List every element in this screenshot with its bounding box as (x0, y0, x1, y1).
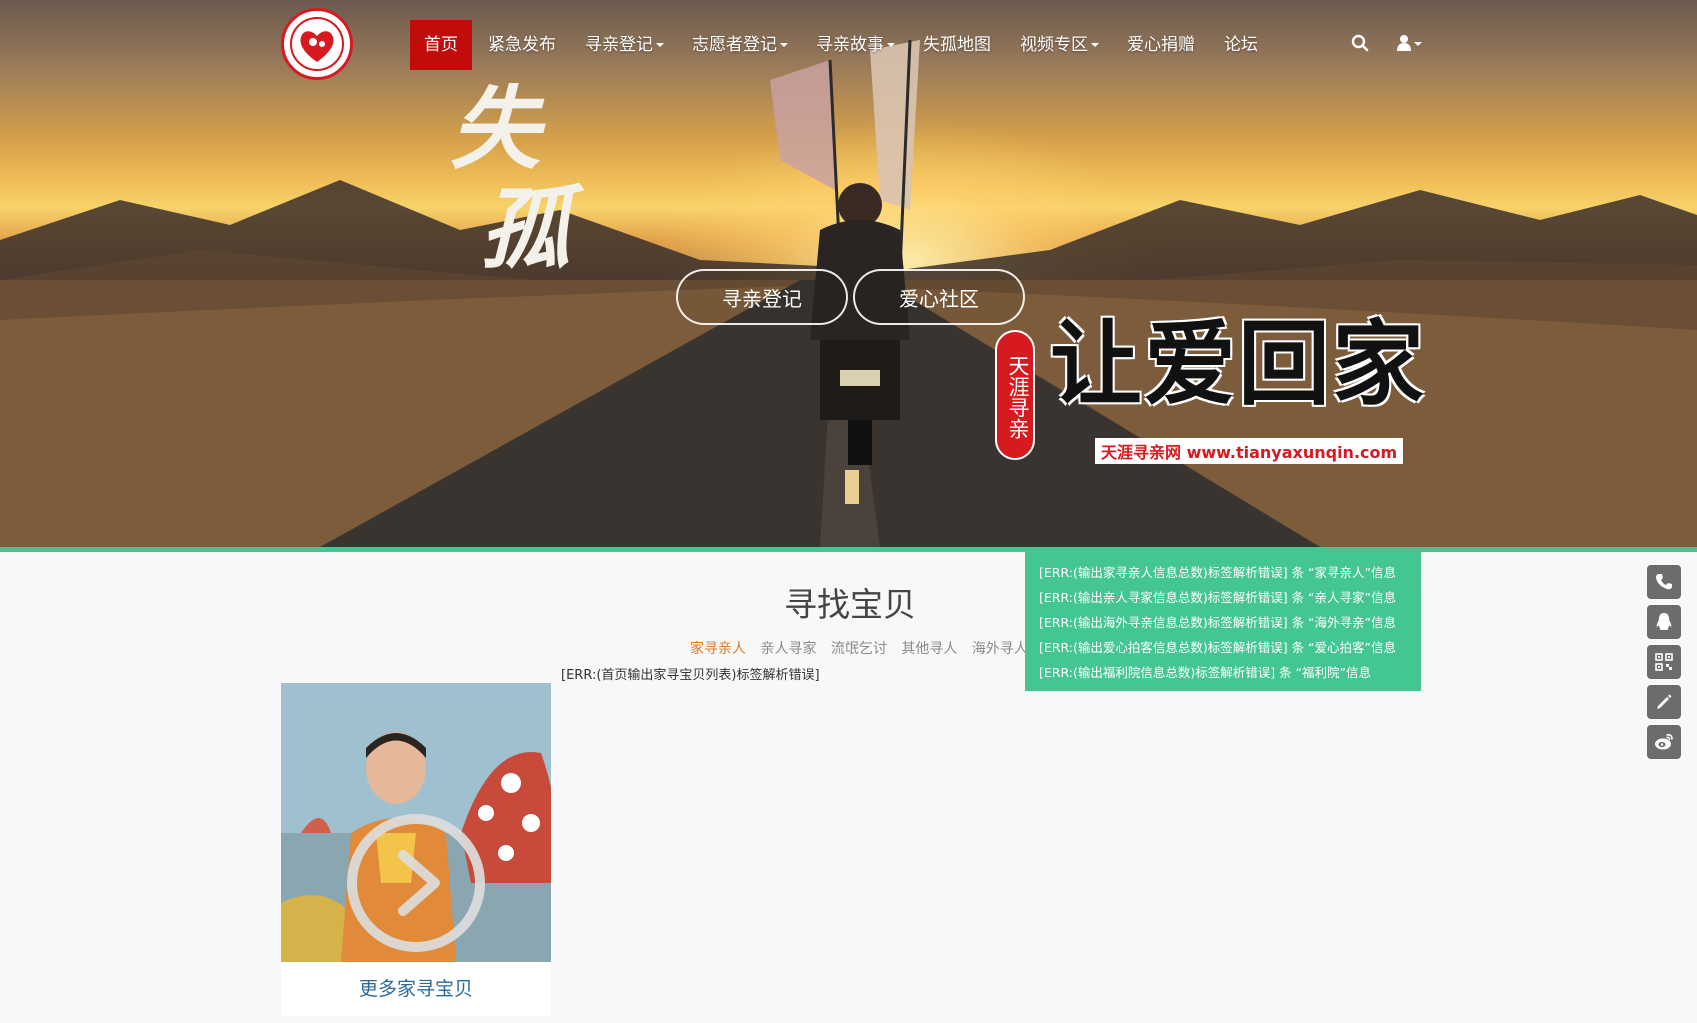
top-nav: 首页 紧急发布 寻亲登记 志愿者登记 寻亲故事 失孤地图 视频专区 爱心捐赠 论… (0, 0, 1697, 90)
caret-down-icon (656, 43, 664, 47)
nav-item-stories[interactable]: 寻亲故事 (802, 20, 909, 70)
nav-item-video[interactable]: 视频专区 (1006, 20, 1113, 70)
user-icon[interactable] (1397, 34, 1423, 56)
caret-down-icon (780, 43, 788, 47)
nav-item-forum[interactable]: 论坛 (1210, 20, 1272, 70)
nav-item-urgent[interactable]: 紧急发布 (474, 20, 570, 70)
tab-other[interactable]: 其他寻人 (901, 641, 957, 657)
list-error-message: [ERR:(首页输出家寻宝贝列表)标签解析错误] (561, 668, 820, 683)
stats-row: [ERR:(输出爱心拍客信息总数)标签解析错误] 条 “爱心拍客”信息 (1039, 640, 1397, 655)
stats-panel: [ERR:(输出家寻亲人信息总数)标签解析错误] 条 “家寻亲人”信息 [ERR… (1025, 552, 1421, 691)
more-babies-link[interactable]: 更多家寻宝贝 (281, 962, 551, 1016)
nav-item-volunteer[interactable]: 志愿者登记 (678, 20, 802, 70)
slogan-badge: 天涯寻亲 (995, 330, 1035, 460)
slogan-sub: 天涯寻亲网 www.tianyaxunqin.com (1095, 438, 1404, 464)
stats-row: [ERR:(输出家寻亲人信息总数)标签解析错误] 条 “家寻亲人”信息 (1039, 565, 1397, 580)
nav-item-map[interactable]: 失孤地图 (909, 20, 1005, 70)
nav-label: 寻亲故事 (816, 35, 884, 55)
edit-icon[interactable] (1647, 685, 1681, 719)
qq-icon[interactable] (1647, 605, 1681, 639)
side-toolbar (1647, 565, 1681, 765)
child-photo (281, 683, 551, 962)
nav-item-register[interactable]: 寻亲登记 (571, 20, 678, 70)
caret-down-icon (887, 43, 895, 47)
hero-calligraphy: 失 孤 (450, 76, 585, 270)
page: 失 孤 寻亲登记 爱心社区 天涯寻亲 让爱回家 天涯寻亲网 www.tianya… (0, 0, 1697, 1023)
section-title: 寻找宝贝 (784, 585, 916, 624)
hero-divider (0, 547, 1697, 552)
play-circle-icon[interactable] (343, 810, 489, 956)
nav-label: 寻亲登记 (585, 35, 653, 55)
nav-item-donate[interactable]: 爱心捐赠 (1113, 20, 1209, 70)
nav-label: 视频专区 (1020, 35, 1088, 55)
stats-row: [ERR:(输出福利院信息总数)标签解析错误] 条 “福利院”信息 (1039, 665, 1372, 680)
stats-row: [ERR:(输出亲人寻家信息总数)标签解析错误] 条 “亲人寻家”信息 (1039, 590, 1397, 605)
tab-seek-home[interactable]: 亲人寻家 (760, 641, 816, 657)
tab-family-seek[interactable]: 家寻亲人 (690, 641, 746, 657)
nav-label: 首页 (424, 35, 458, 55)
nav-label: 紧急发布 (488, 35, 556, 55)
motorcycle-rider-graphic (770, 40, 920, 465)
svg-text:孤: 孤 (480, 176, 585, 270)
phone-icon[interactable] (1647, 565, 1681, 599)
site-logo[interactable] (281, 8, 353, 80)
tab-overseas[interactable]: 海外寻人 (972, 641, 1028, 657)
svg-text:失: 失 (450, 76, 546, 182)
more-babies-card[interactable]: 更多家寻宝贝 (281, 683, 551, 1016)
caret-down-icon (1091, 43, 1099, 47)
nav-label: 志愿者登记 (692, 35, 777, 55)
nav-item-home[interactable]: 首页 (410, 20, 472, 70)
slogan-main: 让爱回家 (1050, 310, 1427, 418)
nav-label: 论坛 (1224, 35, 1258, 55)
stats-row: [ERR:(输出海外寻亲信息总数)标签解析错误] 条 “海外寻亲”信息 (1039, 615, 1397, 630)
search-icon[interactable] (1351, 34, 1369, 56)
nav-label: 爱心捐赠 (1127, 35, 1195, 55)
hero-slogan: 天涯寻亲 让爱回家 天涯寻亲网 www.tianyaxunqin.com (995, 290, 1495, 470)
nav-label: 失孤地图 (923, 35, 991, 55)
hero-register-button[interactable]: 寻亲登记 (676, 269, 848, 325)
weibo-icon[interactable] (1647, 725, 1681, 759)
qrcode-icon[interactable] (1647, 645, 1681, 679)
heart-logo-icon (290, 17, 344, 71)
tab-vagrant[interactable]: 流氓乞讨 (831, 641, 887, 657)
category-tabs: 家寻亲人 亲人寻家 流氓乞讨 其他寻人 海外寻人 (690, 638, 1038, 658)
